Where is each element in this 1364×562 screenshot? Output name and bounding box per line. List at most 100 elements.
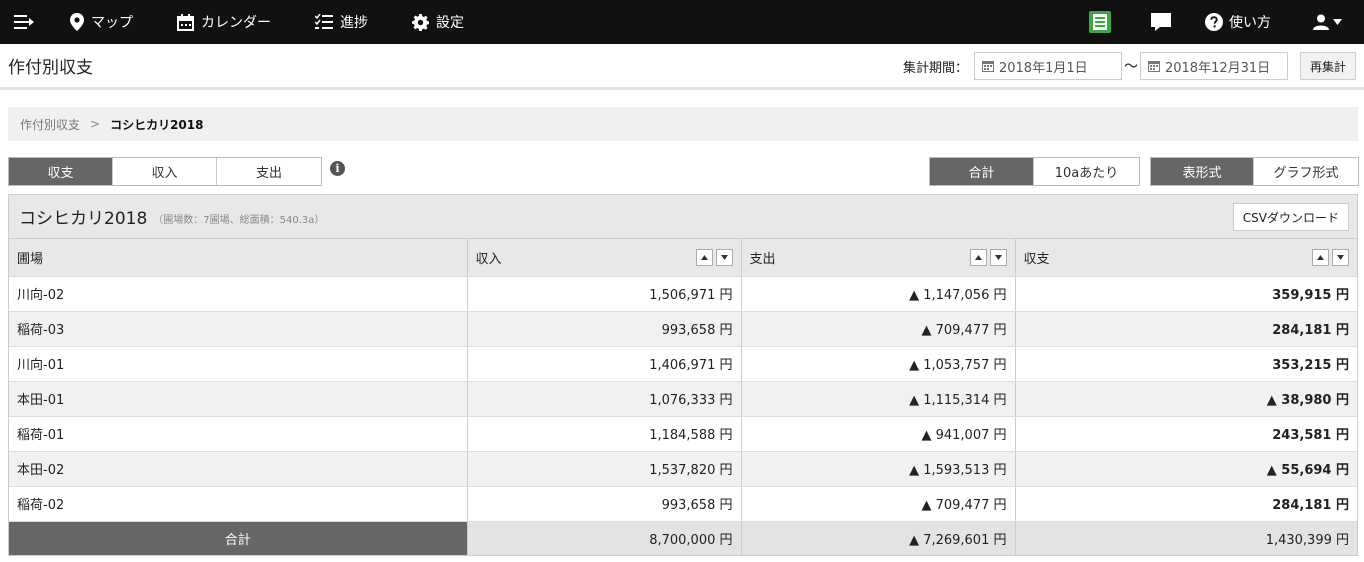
cell-expense: ▲ 1,593,513 円 <box>741 451 1016 487</box>
question-icon <box>1205 13 1223 31</box>
cell-expense: ▲ 1,053,757 円 <box>741 346 1016 382</box>
balance-table: 圃場 収入 支出 収支 川向-02 1,506,971 円 ▲ 1,147,05… <box>9 239 1357 555</box>
cell-balance: ▲ 55,694 円 <box>1015 451 1357 487</box>
cell-income: 1,537,820 円 <box>467 451 742 487</box>
cell-balance: 284,181 円 <box>1015 486 1357 522</box>
table-total-row: 合計 8,700,000 円 ▲ 7,269,601 円 1,430,399 円 <box>9 521 1357 555</box>
tab-per-10a[interactable]: 10aあたり <box>1034 158 1139 185</box>
table-row[interactable]: 本田-02 1,537,820 円 ▲ 1,593,513 円 ▲ 55,694… <box>9 451 1357 487</box>
table-row[interactable]: 稲荷-01 1,184,588 円 ▲ 941,007 円 243,581 円 <box>9 416 1357 452</box>
cell-income: 1,506,971 円 <box>467 276 742 312</box>
total-label: 合計 <box>9 521 468 555</box>
type-toggle: 収支 収入 支出 <box>8 157 322 186</box>
table-header-row: 圃場 収入 支出 収支 <box>9 239 1357 277</box>
map-pin-icon <box>70 13 84 31</box>
tab-income[interactable]: 収入 <box>113 158 217 185</box>
cell-expense: ▲ 1,115,314 円 <box>741 381 1016 417</box>
table-row[interactable]: 本田-01 1,076,333 円 ▲ 1,115,314 円 ▲ 38,980… <box>9 381 1357 417</box>
table-row[interactable]: 川向-02 1,506,971 円 ▲ 1,147,056 円 359,915 … <box>9 276 1357 312</box>
calendar-small-icon <box>1147 61 1160 72</box>
tab-balance[interactable]: 収支 <box>9 158 113 185</box>
tab-total[interactable]: 合計 <box>930 158 1034 185</box>
cell-balance: ▲ 38,980 円 <box>1015 381 1357 417</box>
cell-income: 993,658 円 <box>467 311 742 347</box>
message-icon[interactable] <box>1131 0 1191 44</box>
table-row[interactable]: 川向-01 1,406,971 円 ▲ 1,053,757 円 353,215 … <box>9 346 1357 382</box>
cell-field: 川向-01 <box>9 346 468 382</box>
checklist-icon <box>315 14 333 29</box>
caret-down-icon <box>1333 19 1342 25</box>
unit-toggle: 合計 10aあたり <box>929 157 1140 186</box>
tab-graph-view[interactable]: グラフ形式 <box>1254 158 1358 185</box>
help-label: 使い方 <box>1229 15 1271 31</box>
page-title: 作付別収支 <box>8 58 93 78</box>
cell-income: 1,184,588 円 <box>467 416 742 452</box>
recalculate-button[interactable]: 再集計 <box>1299 52 1356 80</box>
breadcrumb-parent[interactable]: 作付別収支 <box>20 116 80 133</box>
user-menu[interactable] <box>1295 0 1364 44</box>
book-icon[interactable] <box>1069 0 1131 44</box>
result-panel: コシヒカリ2018 （圃場数：7圃場、総面積：540.3a） CSVダウンロード… <box>8 194 1358 556</box>
nav-map[interactable]: マップ <box>48 0 155 44</box>
date-range-tilde: 〜 <box>1123 59 1138 75</box>
col-header-income: 収入 <box>467 239 742 277</box>
cell-field: 本田-01 <box>9 381 468 417</box>
nav-calendar-label: カレンダー <box>201 15 271 31</box>
cell-balance: 284,181 円 <box>1015 311 1357 347</box>
cell-income: 1,406,971 円 <box>467 346 742 382</box>
date-to-input[interactable]: 2018年12月31日 <box>1139 52 1288 80</box>
page-header: 作付別収支 集計期間： 2018年1月1日 〜 2018年12月31日 再集計 <box>0 44 1364 90</box>
table-row[interactable]: 稲荷-03 993,658 円 ▲ 709,477 円 284,181 円 <box>9 311 1357 347</box>
info-icon[interactable]: i <box>330 161 345 176</box>
cell-field: 本田-02 <box>9 451 468 487</box>
nav-map-label: マップ <box>91 15 133 31</box>
total-expense: ▲ 7,269,601 円 <box>741 521 1016 555</box>
panel-header: コシヒカリ2018 （圃場数：7圃場、総面積：540.3a） CSVダウンロード <box>9 195 1357 239</box>
user-icon <box>1313 14 1329 30</box>
date-from-value: 2018年1月1日 <box>998 60 1088 76</box>
period-selector: 集計期間： 2018年1月1日 〜 2018年12月31日 再集計 <box>903 52 1356 80</box>
help-link[interactable]: 使い方 <box>1191 0 1295 44</box>
nav-progress[interactable]: 進捗 <box>293 0 390 44</box>
cell-income: 993,658 円 <box>467 486 742 522</box>
breadcrumb: 作付別収支 > コシヒカリ2018 <box>8 107 1358 141</box>
cell-balance: 359,915 円 <box>1015 276 1357 312</box>
cell-field: 稲荷-01 <box>9 416 468 452</box>
date-to-value: 2018年12月31日 <box>1164 60 1271 76</box>
sort-desc-icon[interactable] <box>989 249 1007 266</box>
cell-expense: ▲ 1,147,056 円 <box>741 276 1016 312</box>
tab-expense[interactable]: 支出 <box>217 158 321 185</box>
menu-toggle-icon[interactable] <box>0 0 48 44</box>
nav-settings[interactable]: 設定 <box>390 0 486 44</box>
total-balance: 1,430,399 円 <box>1015 521 1357 555</box>
panel-title: コシヒカリ2018 <box>19 209 148 229</box>
tab-table-view[interactable]: 表形式 <box>1151 158 1254 185</box>
panel-meta: （圃場数：7圃場、総面積：540.3a） <box>153 214 325 226</box>
cell-balance: 353,215 円 <box>1015 346 1357 382</box>
total-income: 8,700,000 円 <box>467 521 742 555</box>
nav-calendar[interactable]: カレンダー <box>155 0 293 44</box>
table-row[interactable]: 稲荷-02 993,658 円 ▲ 709,477 円 284,181 円 <box>9 486 1357 522</box>
cell-expense: ▲ 941,007 円 <box>741 416 1016 452</box>
sort-asc-icon[interactable] <box>1312 249 1329 266</box>
nav-progress-label: 進捗 <box>340 15 368 31</box>
cell-field: 稲荷-02 <box>9 486 468 522</box>
cell-field: 川向-02 <box>9 276 468 312</box>
calendar-icon <box>177 13 194 31</box>
col-header-field: 圃場 <box>9 239 468 277</box>
sort-desc-icon[interactable] <box>1332 249 1349 266</box>
cell-field: 稲荷-03 <box>9 311 468 347</box>
cell-balance: 243,581 円 <box>1015 416 1357 452</box>
col-header-expense: 支出 <box>741 239 1016 277</box>
period-label: 集計期間： <box>902 60 968 76</box>
sort-asc-icon[interactable] <box>695 249 713 266</box>
calendar-small-icon <box>981 61 994 72</box>
sort-desc-icon[interactable] <box>715 249 733 266</box>
top-navbar: マップ カレンダー 進捗 設定 使い方 <box>0 0 1364 44</box>
breadcrumb-separator: > <box>90 117 101 131</box>
csv-download-button[interactable]: CSVダウンロード <box>1232 203 1349 231</box>
sort-asc-icon[interactable] <box>969 249 987 266</box>
date-from-input[interactable]: 2018年1月1日 <box>973 52 1122 80</box>
cell-income: 1,076,333 円 <box>467 381 742 417</box>
cell-expense: ▲ 709,477 円 <box>741 311 1016 347</box>
